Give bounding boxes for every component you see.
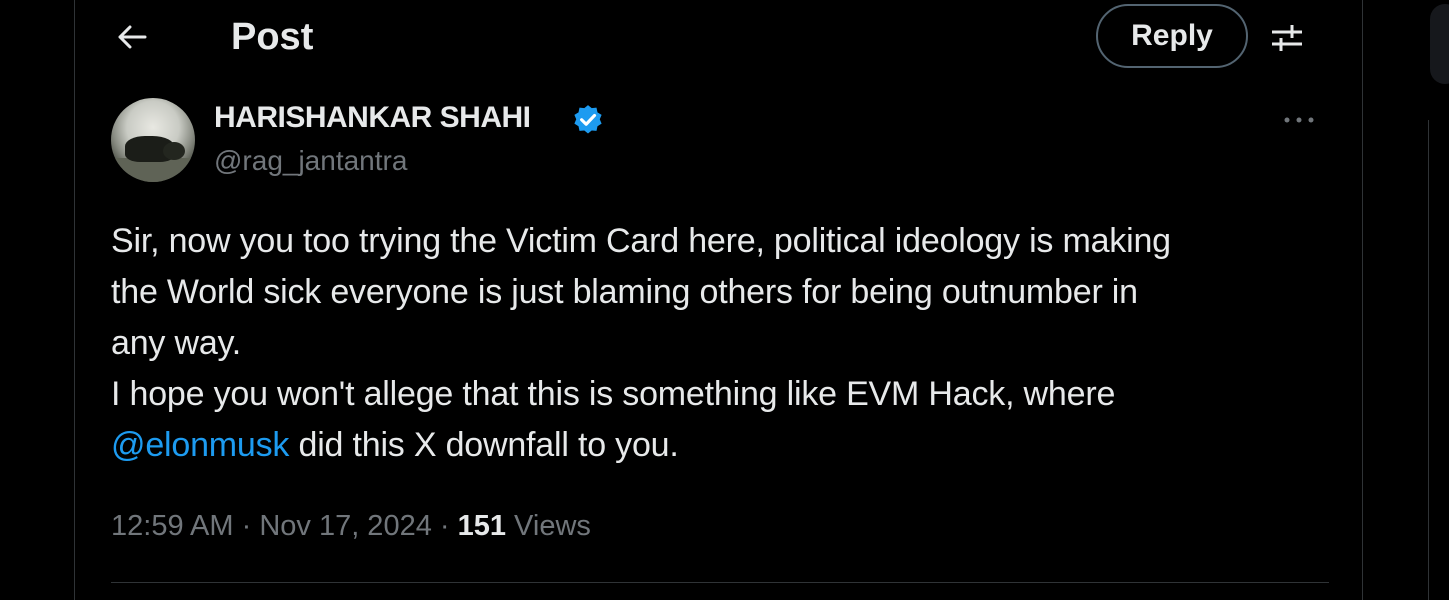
author-handle[interactable]: @rag_jantantra [214,144,407,178]
author-name[interactable]: HARISHANKAR SHAHI [214,100,531,136]
post-metadata: 12:59 AM · Nov 17, 2024 · 151 Views [111,506,591,546]
reply-button[interactable]: Reply [1096,4,1248,68]
avatar[interactable] [111,98,195,182]
views-label: Views [506,510,591,542]
right-sidebar-edge [1426,0,1449,600]
meta-separator: · [233,510,260,542]
post-text: Sir, now you too trying the Victim Card … [111,216,1341,471]
top-bar: Post Reply [75,0,1362,74]
page-title: Post [231,16,314,58]
meta-separator: · [431,510,458,542]
back-button[interactable] [109,14,155,60]
sliders-icon [1272,25,1302,51]
more-dots-icon [1284,117,1314,123]
divider [111,582,1329,583]
search-field-edge[interactable] [1430,4,1449,84]
post-text-tail: did this X downfall to you. [289,426,679,464]
post-text-line: the World sick everyone is just blaming … [111,273,1138,311]
post-detail-column: Post Reply HARISHANKAR SHAHI @rag_jantan… [74,0,1363,600]
arrow-left-icon [118,25,147,49]
page: Post Reply HARISHANKAR SHAHI @rag_jantan… [0,0,1449,600]
post-date[interactable]: Nov 17, 2024 [259,510,432,542]
views-count: 151 [457,510,506,542]
post-text-line: Sir, now you too trying the Victim Card … [111,222,1171,260]
post-time[interactable]: 12:59 AM [111,510,234,542]
post-text-line: I hope you won't allege that this is som… [111,375,1116,413]
more-options-button[interactable] [1275,100,1323,140]
post-text-line-last: @elonmusk did this X downfall to you. [111,420,1341,471]
avatar-figure-head [163,142,185,160]
sidebar-border [1428,120,1429,600]
post-text-line: any way. [111,324,242,362]
filter-button[interactable] [1265,16,1309,60]
verified-badge-icon [574,105,602,134]
mention-link[interactable]: @elonmusk [111,426,289,464]
